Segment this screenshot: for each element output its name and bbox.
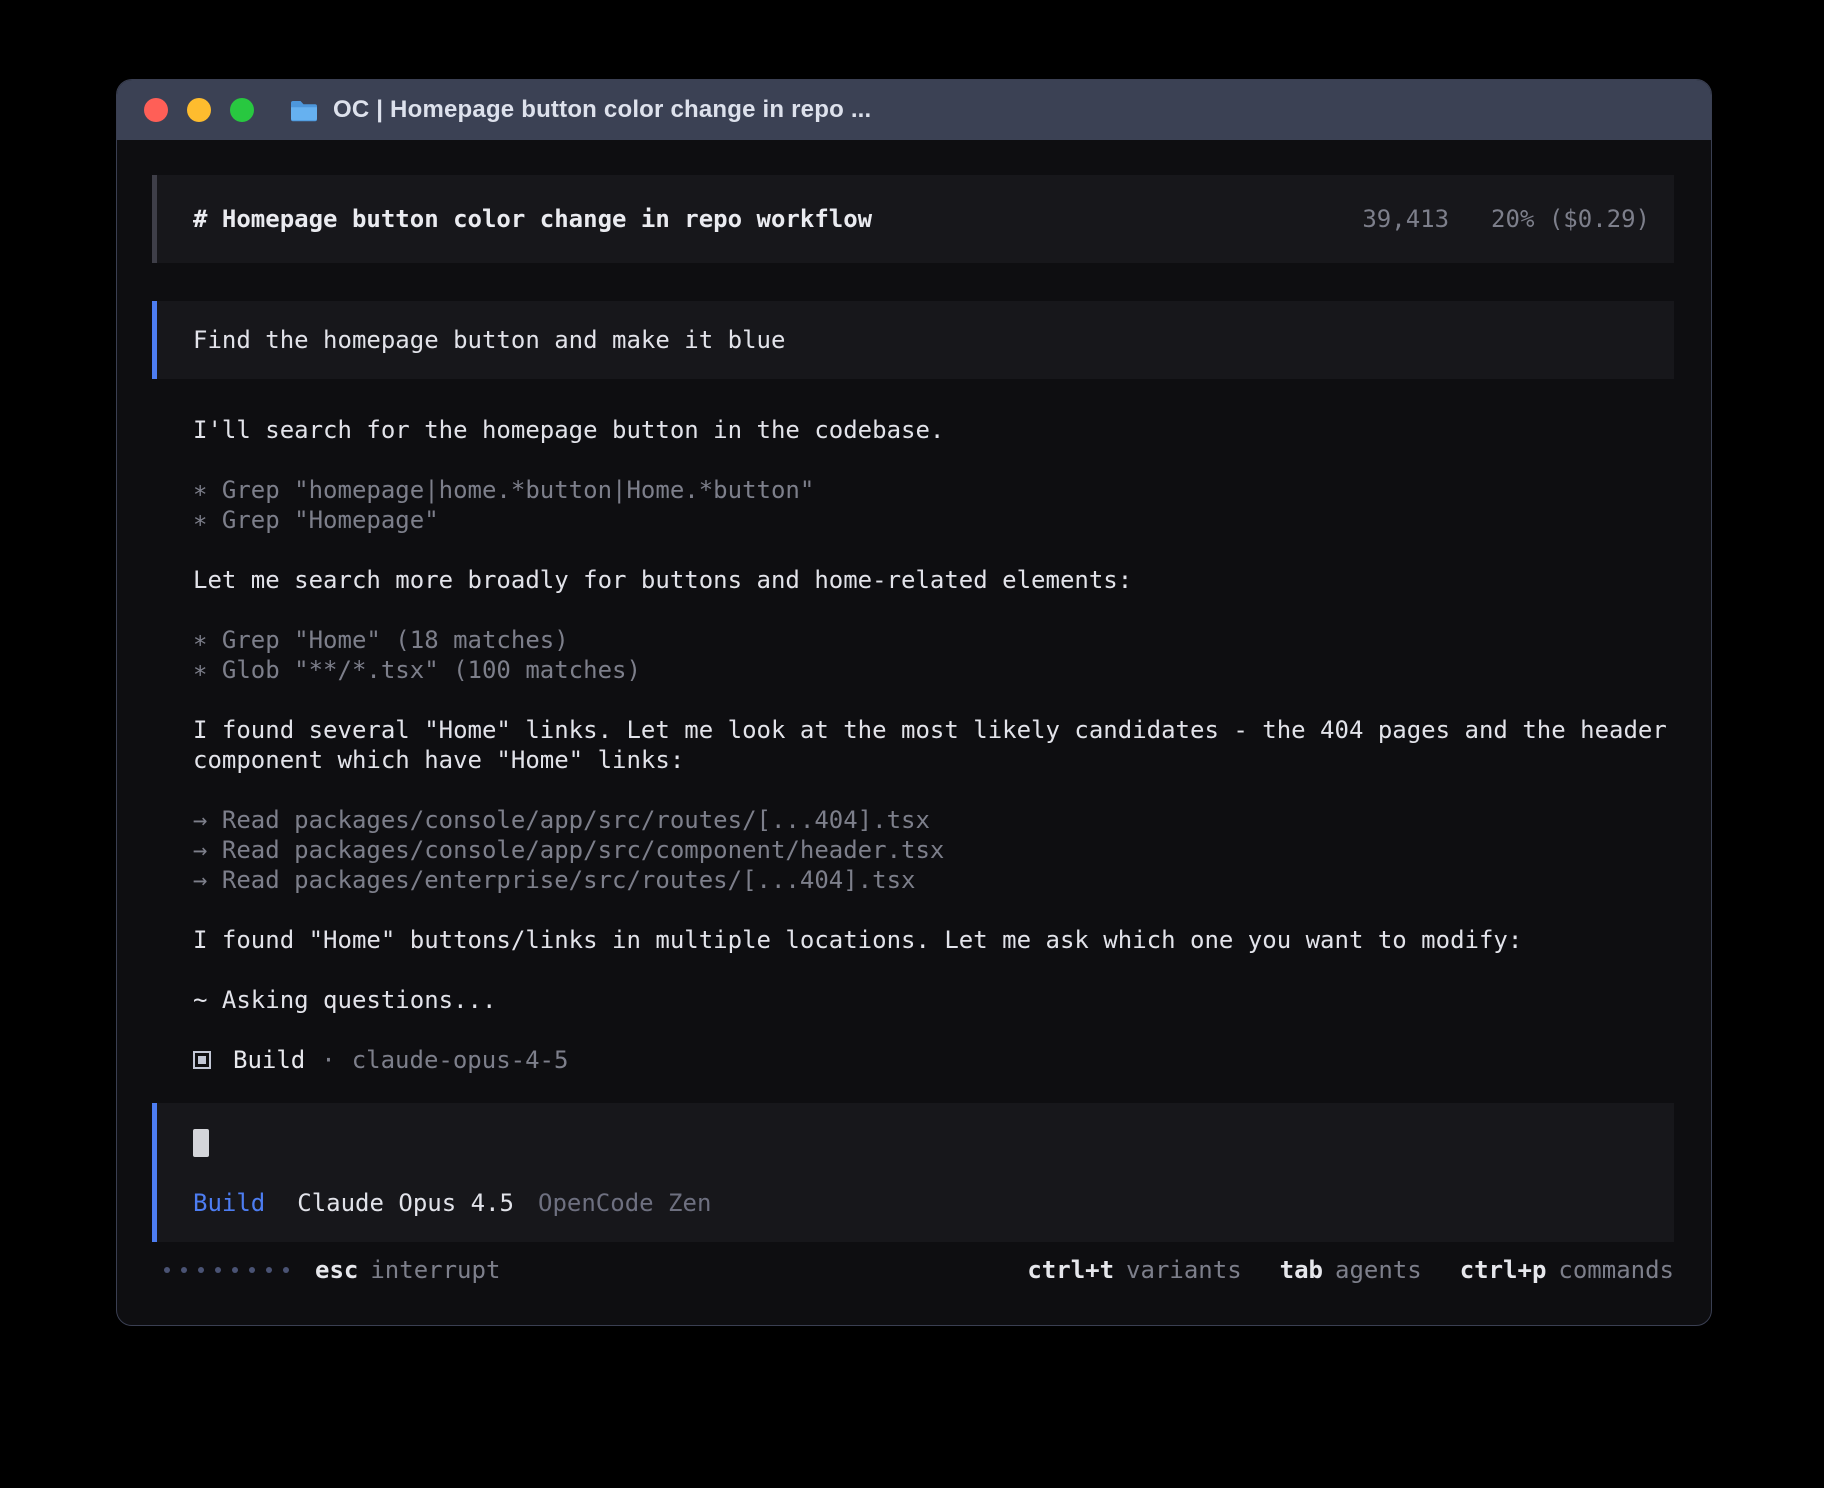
titlebar: OC | Homepage button color change in rep… bbox=[117, 80, 1711, 140]
shortcut-interrupt: esc interrupt bbox=[315, 1255, 500, 1285]
tool-call: ∗ Grep "Homepage" bbox=[193, 505, 1674, 535]
input-provider: OpenCode Zen bbox=[538, 1188, 711, 1218]
statusbar-left: esc interrupt bbox=[164, 1255, 500, 1285]
zoom-button[interactable] bbox=[230, 98, 254, 122]
terminal-content: # Homepage button color change in repo w… bbox=[117, 140, 1711, 1325]
session-stats: 39,413 20% ($0.29) bbox=[1362, 204, 1650, 234]
tool-call: → Read packages/enterprise/src/routes/[.… bbox=[193, 865, 1674, 895]
minimize-button[interactable] bbox=[187, 98, 211, 122]
terminal-window: OC | Homepage button color change in rep… bbox=[116, 79, 1712, 1326]
folder-icon bbox=[290, 99, 318, 122]
assistant-text: I'll search for the homepage button in t… bbox=[193, 415, 1674, 445]
tool-call: → Read packages/console/app/src/routes/[… bbox=[193, 805, 1674, 835]
agent-name: Build bbox=[233, 1045, 305, 1075]
esc-label: interrupt bbox=[370, 1255, 500, 1285]
tool-call: ∗ Grep "Home" (18 matches) bbox=[193, 625, 1674, 655]
token-count: 39,413 bbox=[1362, 204, 1449, 234]
agent-separator: · bbox=[321, 1045, 335, 1075]
esc-key: esc bbox=[315, 1255, 358, 1285]
activity-dots bbox=[164, 1267, 289, 1273]
tool-call: ∗ Glob "**/*.tsx" (100 matches) bbox=[193, 655, 1674, 685]
tool-call: → Read packages/console/app/src/componen… bbox=[193, 835, 1674, 865]
assistant-text: I found "Home" buttons/links in multiple… bbox=[193, 925, 1674, 955]
shortcut-key: ctrl+t bbox=[1027, 1255, 1114, 1285]
statusbar: esc interrupt ctrl+t variants tab agents… bbox=[152, 1255, 1674, 1285]
session-title: # Homepage button color change in repo w… bbox=[193, 204, 872, 234]
traffic-lights bbox=[144, 98, 254, 122]
tool-calls-search: ∗ Grep "Home" (18 matches) ∗ Glob "**/*.… bbox=[193, 625, 1674, 685]
assistant-text: I found several "Home" links. Let me loo… bbox=[193, 715, 1674, 775]
prompt-input[interactable]: Build Claude Opus 4.5 OpenCode Zen bbox=[152, 1103, 1674, 1242]
agent-model: claude-opus-4-5 bbox=[352, 1045, 569, 1075]
context-usage: 20% ($0.29) bbox=[1491, 204, 1650, 234]
tool-calls-grep: ∗ Grep "homepage|home.*button|Home.*butt… bbox=[193, 475, 1674, 535]
text-cursor bbox=[193, 1129, 209, 1157]
shortcut-label: agents bbox=[1335, 1255, 1422, 1285]
assistant-text: Let me search more broadly for buttons a… bbox=[193, 565, 1674, 595]
shortcut-key: tab bbox=[1280, 1255, 1323, 1285]
window-title: OC | Homepage button color change in rep… bbox=[333, 96, 871, 124]
user-message-text: Find the homepage button and make it blu… bbox=[193, 326, 785, 354]
user-message: Find the homepage button and make it blu… bbox=[152, 301, 1674, 379]
input-model: Claude Opus 4.5 bbox=[297, 1188, 514, 1218]
input-mode: Build bbox=[193, 1188, 265, 1218]
close-button[interactable] bbox=[144, 98, 168, 122]
shortcut-variants: ctrl+t variants bbox=[1027, 1255, 1241, 1285]
shortcut-key: ctrl+p bbox=[1460, 1255, 1547, 1285]
shortcut-agents: tab agents bbox=[1280, 1255, 1422, 1285]
assistant-status: ~ Asking questions... bbox=[193, 985, 1674, 1015]
shortcut-label: commands bbox=[1558, 1255, 1674, 1285]
tool-call: ∗ Grep "homepage|home.*button|Home.*butt… bbox=[193, 475, 1674, 505]
input-meta: Build Claude Opus 4.5 OpenCode Zen bbox=[193, 1188, 1638, 1218]
agent-icon bbox=[193, 1051, 211, 1069]
statusbar-right: ctrl+t variants tab agents ctrl+p comman… bbox=[1027, 1255, 1674, 1285]
shortcut-label: variants bbox=[1126, 1255, 1242, 1285]
agent-status-line: Build · claude-opus-4-5 bbox=[193, 1045, 1674, 1075]
shortcut-commands: ctrl+p commands bbox=[1460, 1255, 1674, 1285]
tool-calls-read: → Read packages/console/app/src/routes/[… bbox=[193, 805, 1674, 895]
session-header: # Homepage button color change in repo w… bbox=[152, 175, 1674, 263]
